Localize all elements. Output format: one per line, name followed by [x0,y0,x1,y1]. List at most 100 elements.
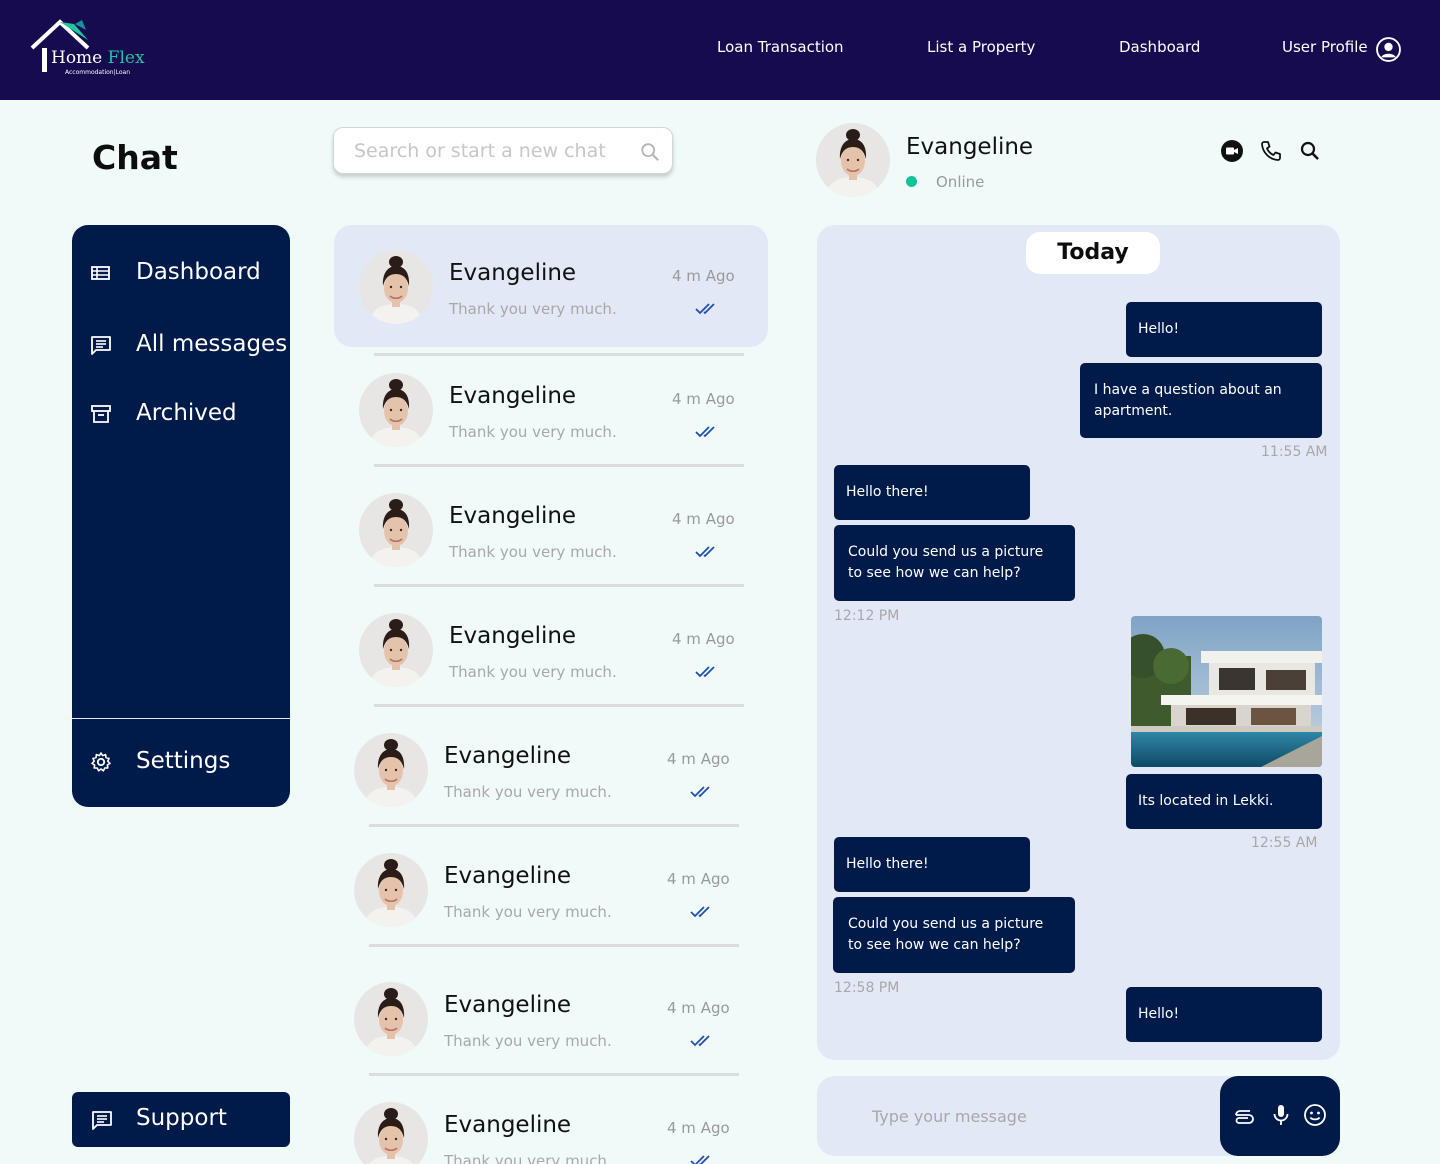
sidebar-item-settings[interactable]: Settings [72,742,290,782]
support-button[interactable]: Support [72,1092,290,1147]
avatar [354,733,428,807]
conversation-item[interactable]: Evangeline 4 m Ago Thank you very much. [354,853,754,943]
archive-icon [91,405,111,423]
avatar [359,373,433,447]
search-in-chat-icon[interactable] [1298,139,1322,163]
message-timestamp: 12:12 PM [834,608,900,624]
user-profile-icon[interactable] [1376,37,1401,62]
house-photo-image [1131,616,1322,767]
conversation-name: Evangeline [444,743,572,769]
contact-avatar[interactable] [816,123,890,197]
message-timestamp: 11:55 AM [1261,444,1328,460]
double-check-read-icon [695,303,715,315]
support-label: Support [136,1105,227,1131]
conversation-name: Evangeline [444,1112,572,1138]
contact-status: Online [936,173,985,191]
conversation-preview: Thank you very much. [449,663,617,681]
conversation-time: 4 m Ago [667,1119,730,1137]
day-separator: Today [1026,232,1160,274]
double-check-read-icon [695,666,715,678]
conversation-divider [374,704,744,707]
message-bubble-sent: Hello! [1126,302,1322,357]
message-bubble-sent: I have a question about an apartment. [1080,363,1322,438]
support-icon [92,1111,112,1130]
avatar-portrait-image [354,1102,428,1164]
house-photo-attachment[interactable] [1131,616,1322,767]
conversation-item[interactable]: Evangeline 4 m Ago Thank you very much. [354,982,754,1072]
nav-dashboard[interactable]: Dashboard [1119,38,1200,56]
top-navigation-bar: Home Flex Accommodation|Loan Loan Transa… [0,0,1440,100]
brand-name-part1: Home [51,48,103,68]
conversation-time: 4 m Ago [672,267,735,285]
conversation-item[interactable]: Evangeline 4 m Ago Thank you very much. [354,733,754,823]
emoji-icon[interactable] [1303,1103,1327,1127]
avatar [354,1102,428,1164]
conversation-item[interactable]: Evangeline 4 m Ago Thank you very much. [359,613,759,703]
paperclip-icon[interactable] [1232,1103,1256,1127]
page-title: Chat [92,138,178,177]
nav-list-a-property[interactable]: List a Property [927,38,1035,56]
message-timestamp: 12:55 AM [1251,835,1318,851]
online-status-dot [906,176,917,187]
conversation-name: Evangeline [449,503,577,529]
search-icon[interactable] [639,141,661,163]
message-thread: Today Hello! I have a question about an … [817,225,1340,1060]
conversation-item[interactable]: Evangeline 4 m Ago Thank you very much. [359,493,759,583]
message-bubble-sent: Its located in Lekki. [1126,774,1322,829]
avatar [359,493,433,567]
conversation-time: 4 m Ago [672,510,735,528]
home-flex-logo[interactable]: Home Flex Accommodation|Loan [30,18,160,80]
avatar-portrait-image [354,733,428,807]
conversation-preview: Thank you very much. [444,783,612,801]
video-call-icon[interactable] [1220,139,1244,163]
conversation-preview: Thank you very much. [449,423,617,441]
conversation-divider [369,944,739,947]
gear-icon [91,752,111,772]
conversation-item[interactable]: Evangeline 4 m Ago Thank you very much. [359,373,759,463]
conversation-divider [374,584,744,587]
avatar-portrait-image [354,982,428,1056]
chat-search-box[interactable] [333,127,673,174]
conversation-time: 4 m Ago [667,999,730,1017]
conversation-name: Evangeline [449,260,577,286]
conversation-name: Evangeline [449,623,577,649]
nav-loan-transaction[interactable]: Loan Transaction [717,38,844,56]
sidebar-item-label: Settings [136,748,231,774]
conversation-item[interactable]: Evangeline 4 m Ago Thank you very much. [354,1102,754,1164]
message-timestamp: 12:58 PM [834,980,900,996]
composer-actions [1220,1076,1340,1156]
avatar [354,982,428,1056]
list-icon [91,266,110,280]
message-bubble-sent: Hello! [1126,987,1322,1042]
conversation-divider [374,464,744,467]
avatar [359,613,433,687]
nav-user-profile[interactable]: User Profile [1282,38,1368,56]
sidebar-item-archived[interactable]: Archived [72,394,290,434]
phone-call-icon[interactable] [1259,139,1283,163]
message-bubble-received: Hello there! [834,465,1030,520]
sidebar-item-dashboard[interactable]: Dashboard [72,253,290,293]
brand-tagline: Accommodation|Loan [65,69,131,76]
conversation-preview: Thank you very much. [449,300,617,318]
conversation-time: 4 m Ago [672,630,735,648]
double-check-read-icon [690,1035,710,1047]
conversation-name: Evangeline [444,992,572,1018]
avatar-portrait-image [359,493,433,567]
double-check-read-icon [695,426,715,438]
sidebar-item-all-messages[interactable]: All messages [72,325,290,365]
brand-name-part2: Flex [107,48,145,68]
conversation-preview: Thank you very much. [444,903,612,921]
conversation-preview: Thank you very much. [444,1032,612,1050]
sidebar-divider [72,718,290,719]
conversation-item[interactable]: Evangeline 4 m Ago Thank you very much. [359,250,759,340]
microphone-icon[interactable] [1269,1103,1293,1127]
sidebar-item-label: All messages [136,331,288,357]
sidebar-item-label: Archived [136,400,237,426]
conversation-preview: Thank you very much. [449,543,617,561]
message-input[interactable] [872,1103,1202,1129]
sidebar: Dashboard All messages Archived Settings [72,225,290,807]
avatar-portrait-image [359,613,433,687]
chat-search-input[interactable] [354,138,624,164]
conversation-name: Evangeline [444,863,572,889]
message-icon [91,336,111,355]
